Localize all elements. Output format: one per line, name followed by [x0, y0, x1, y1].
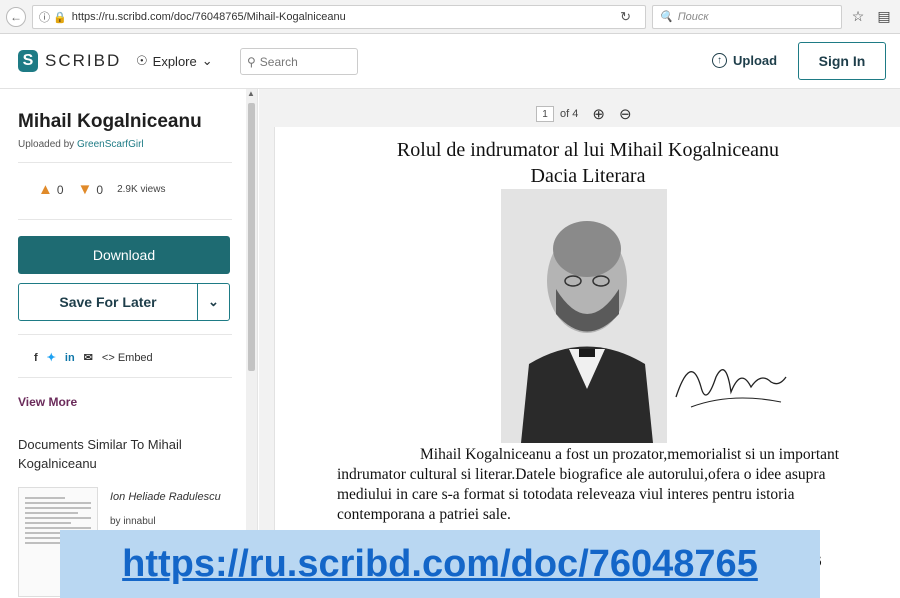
embed-button[interactable]: <> Embed — [102, 352, 153, 364]
embed-label: Embed — [117, 351, 153, 364]
thumbnail-line — [25, 512, 78, 514]
thumbnail-line — [25, 517, 91, 519]
document-viewer: 1 of 4 ⊕ ⊖ Rolul de indrumator al lui Mi… — [259, 89, 900, 598]
divider — [18, 377, 232, 378]
document-page: Rolul de indrumator al lui Mihail Kogaln… — [274, 127, 900, 598]
reload-icon[interactable]: ↻ — [620, 9, 631, 25]
similar-document-title[interactable]: Ion Heliade Radulescu — [110, 491, 221, 503]
signature-image — [671, 347, 791, 422]
save-for-later-label: Save For Later — [59, 294, 157, 310]
logo-text: SCRIBD — [45, 51, 122, 70]
divider — [18, 334, 232, 335]
lock-icon: ⓘ 🔒 — [39, 11, 67, 24]
bookmark-star-icon[interactable]: ☆ — [848, 8, 868, 25]
browser-search-placeholder: Поиск — [677, 10, 709, 23]
dislike-count: 0 — [96, 183, 104, 197]
thumbnail-line — [25, 527, 91, 529]
thumbnail-line — [25, 497, 65, 499]
page-total: of 4 — [560, 108, 579, 120]
chevron-down-icon[interactable]: ⌄ — [197, 284, 229, 320]
thumbnail-line — [25, 502, 91, 504]
page-navigator: 1 of 4 ⊕ ⊖ — [536, 105, 632, 123]
thumbs-up-icon: ▲ — [38, 181, 53, 198]
document-title: Mihail Kogalniceanu — [18, 111, 202, 132]
view-more-link[interactable]: View More — [18, 395, 77, 409]
thumbnail-line — [25, 522, 72, 524]
document-paragraph: Mihail Kogalniceanu a fost un prozator,m… — [337, 445, 877, 525]
address-bar[interactable]: ⓘ 🔒 https://ru.scribd.com/doc/76048765/M… — [32, 4, 646, 29]
document-subheading: Dacia Literara — [530, 165, 646, 187]
portrait-image — [501, 189, 667, 443]
sidebar-scrollbar[interactable]: ▲ — [246, 89, 257, 598]
document-stats: ▲ 0 ▼ 0 2.9K views — [38, 181, 165, 198]
thumbs-down-icon: ▼ — [77, 181, 93, 198]
compass-icon: ☉ — [136, 53, 148, 68]
uploader-link[interactable]: GreenScarfGirl — [77, 139, 144, 150]
scrollbar-thumb[interactable] — [248, 103, 255, 371]
email-icon[interactable]: ✉ — [84, 351, 93, 364]
back-icon[interactable]: ← — [6, 6, 26, 27]
uploaded-by-prefix: Uploaded by — [18, 139, 77, 150]
sign-in-button[interactable]: Sign In — [798, 42, 886, 80]
upload-label: Upload — [733, 53, 778, 68]
scribd-logo-icon: S — [18, 50, 38, 72]
similar-document-author: by innabul — [110, 516, 156, 527]
chevron-down-icon: ⌄ — [201, 53, 213, 68]
search-input[interactable]: ⚲ Search — [240, 48, 358, 75]
thumbnail-line — [25, 507, 91, 509]
view-count: 2.9K views — [117, 184, 166, 195]
scribd-logo[interactable]: S SCRIBD — [18, 50, 121, 72]
upload-button[interactable]: ↑ Upload — [712, 53, 777, 68]
search-icon: ⚲ — [247, 54, 256, 69]
url-overlay-banner: https://ru.scribd.com/doc/76048765 — [60, 530, 820, 598]
document-heading: Rolul de indrumator al lui Mihail Kogaln… — [396, 139, 780, 161]
twitter-icon[interactable]: ✦ — [47, 351, 56, 364]
address-text: https://ru.scribd.com/doc/76048765/Mihai… — [71, 10, 346, 23]
divider — [18, 219, 232, 220]
dislike-button[interactable]: ▼ 0 — [78, 181, 104, 198]
zoom-out-icon[interactable]: ⊖ — [619, 105, 632, 123]
explore-label: Explore — [152, 53, 197, 69]
zoom-in-icon[interactable]: ⊕ — [592, 105, 605, 123]
site-header: S SCRIBD ☉ Explore ⌄ ⚲ Search ↑ Upload S… — [0, 34, 900, 89]
search-placeholder: Search — [259, 54, 298, 69]
explore-menu[interactable]: ☉ Explore ⌄ — [136, 53, 213, 69]
facebook-icon[interactable]: f — [34, 352, 38, 364]
paragraph-first-line: Mihail Kogalniceanu a fost un prozator,m… — [420, 446, 840, 463]
download-button[interactable]: Download — [18, 236, 230, 274]
signature-scribble — [675, 369, 787, 408]
paragraph-body: indrumator cultural si literar.Datele bi… — [337, 466, 826, 523]
screen: ← ⓘ 🔒 https://ru.scribd.com/doc/76048765… — [0, 0, 900, 598]
share-row: f ✦ in ✉ <> Embed — [34, 351, 153, 365]
divider — [18, 162, 232, 163]
upload-icon: ↑ — [712, 53, 727, 68]
browser-toolbar: ← ⓘ 🔒 https://ru.scribd.com/doc/76048765… — [0, 0, 900, 34]
portrait-illustration — [501, 189, 667, 443]
scroll-up-icon[interactable]: ▲ — [247, 89, 255, 98]
search-icon: 🔍 — [659, 11, 673, 23]
code-icon: <> — [101, 351, 115, 364]
linkedin-icon[interactable]: in — [65, 352, 75, 364]
browser-search-field[interactable]: 🔍 Поиск — [652, 4, 842, 29]
like-count: 0 — [56, 183, 64, 197]
like-button[interactable]: ▲ 0 — [38, 181, 64, 198]
reading-list-icon[interactable]: ▤ — [874, 8, 894, 25]
uploaded-by: Uploaded by GreenScarfGirl — [18, 139, 144, 150]
document-sidebar: Mihail Kogalniceanu Uploaded by GreenSca… — [0, 89, 258, 598]
page-number-input[interactable]: 1 — [536, 106, 554, 122]
overlay-url-link[interactable]: https://ru.scribd.com/doc/76048765 — [122, 543, 758, 586]
save-for-later-button[interactable]: Save For Later ⌄ — [18, 283, 230, 321]
similar-documents-heading: Documents Similar To Mihail Kogalniceanu — [18, 437, 182, 471]
